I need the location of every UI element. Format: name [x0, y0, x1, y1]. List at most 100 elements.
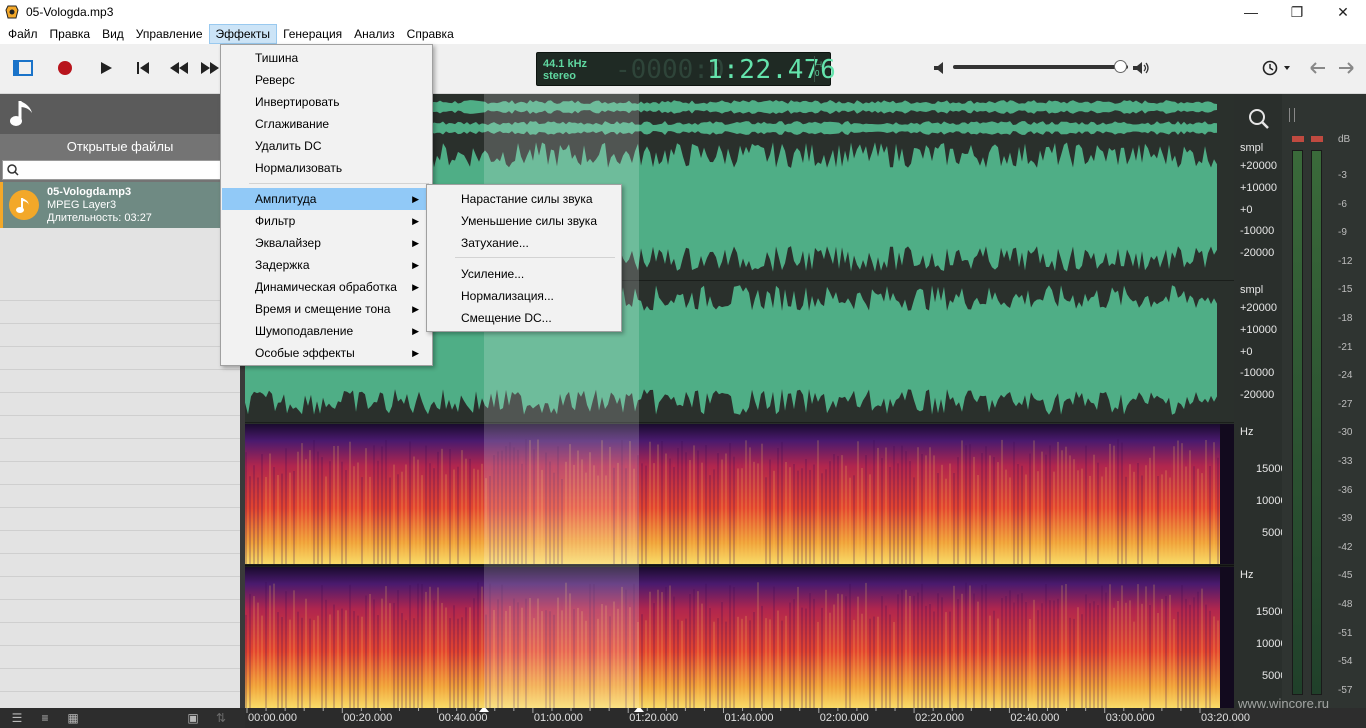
submenu-arrow-icon: ▶	[412, 194, 419, 204]
amplitude-submenu: Нарастание силы звука Уменьшение силы зв…	[426, 184, 622, 332]
grid-view-icon[interactable]: ▦	[66, 711, 80, 725]
record-button[interactable]	[50, 54, 80, 82]
menu-item-special-effects[interactable]: Особые эффекты ▶	[222, 342, 431, 364]
ruler-tick: +0	[1240, 346, 1253, 358]
timeline-ruler[interactable]: 00:00.000 00:20.000 00:40.000 01:00.000 01:2…	[245, 708, 1250, 728]
volume-slider-track[interactable]	[953, 65, 1128, 69]
menu-item-invert[interactable]: Инвертировать	[222, 91, 431, 113]
back-button[interactable]	[1305, 54, 1331, 82]
audio-file-icon	[9, 190, 39, 220]
timeline-label: 02:20.000	[915, 712, 965, 724]
submenu-item-normalization[interactable]: Нормализация...	[428, 285, 620, 307]
menu-item-noise-reduction[interactable]: Шумоподавление ▶	[222, 320, 431, 342]
meter-tick: -18	[1338, 313, 1353, 324]
meter-tick: -9	[1338, 227, 1347, 239]
title-bar: 05-Vologda.mp3 — ❐ ✕	[0, 0, 1366, 24]
meter-tick: -15	[1338, 284, 1353, 296]
compact-view-icon[interactable]: ≡	[38, 711, 52, 725]
amplitude-frequency-ruler: smpl +20000 +10000 +0 -10000 -20000 smpl…	[1234, 94, 1287, 708]
close-button[interactable]: ✕	[1320, 0, 1366, 24]
menu-item-label: Эквалайзер	[255, 236, 321, 250]
effects-menu: Тишина Реверс Инвертировать Сглаживание …	[220, 44, 433, 366]
menu-item-label: Особые эффекты	[255, 346, 355, 360]
rewind-icon	[170, 62, 188, 74]
search-icon	[7, 164, 19, 176]
fast-forward-button[interactable]	[200, 54, 220, 82]
submenu-item-amplify[interactable]: Усиление...	[428, 263, 620, 285]
ruler-tick: +20000	[1240, 302, 1278, 314]
menu-item-smooth[interactable]: Сглаживание	[222, 113, 431, 135]
menu-control[interactable]: Управление	[130, 24, 209, 44]
menu-edit[interactable]: Правка	[44, 24, 97, 44]
menu-item-reverse[interactable]: Реверс	[222, 69, 431, 91]
meter-tick: -24	[1338, 370, 1353, 382]
timeline-label: 02:00.000	[819, 712, 869, 724]
right-peak-indicator	[1311, 136, 1323, 142]
menu-item-equalizer[interactable]: Эквалайзер ▶	[222, 232, 431, 254]
menu-item-label: Фильтр	[255, 214, 296, 228]
sort-icon[interactable]: ⇅	[214, 711, 228, 725]
menu-item-time-pitch[interactable]: Время и смещение тона ▶	[222, 298, 431, 320]
ruler-unit-hz-1: Hz	[1240, 426, 1254, 438]
menu-item-amplitude[interactable]: Амплитуда ▶	[222, 188, 431, 210]
menu-view[interactable]: Вид	[96, 24, 130, 44]
menu-item-dynamics[interactable]: Динамическая обработка ▶	[222, 276, 431, 298]
search-input[interactable]	[2, 160, 238, 180]
menu-effects[interactable]: Эффекты	[208, 24, 278, 44]
menu-item-normalize[interactable]: Нормализовать	[222, 157, 431, 179]
submenu-item-fade-in[interactable]: Нарастание силы звука	[428, 188, 620, 210]
toolbar: 44.1 kHz stereo -0000:0 1:22.476 ⊣ 0	[0, 44, 1366, 94]
menu-item-delay[interactable]: Задержка ▶	[222, 254, 431, 276]
list-view-icon[interactable]: ☰	[10, 711, 24, 725]
minimize-button[interactable]: —	[1228, 0, 1274, 24]
forward-button[interactable]	[1333, 54, 1359, 82]
meter-tick: -39	[1338, 513, 1353, 525]
menu-item-remove-dc[interactable]: Удалить DC	[222, 135, 431, 157]
file-format: MPEG Layer3	[47, 198, 117, 211]
menu-item-label: Амплитуда	[255, 192, 317, 206]
meter-unit: dB	[1338, 134, 1351, 145]
panel-toggle-button[interactable]	[8, 54, 38, 82]
meter-tick: -3	[1338, 170, 1347, 181]
submenu-item-dc-offset[interactable]: Смещение DC...	[428, 307, 620, 329]
maximize-button[interactable]: ❐	[1274, 0, 1320, 24]
menu-item-label: Время и смещение тона	[255, 302, 391, 316]
file-item[interactable]: 05-Vologda.mp3 MPEG Layer3 Длительность:…	[0, 182, 240, 228]
meter-tick: -21	[1338, 341, 1353, 353]
submenu-arrow-icon: ▶	[412, 326, 419, 336]
panel-header	[0, 94, 240, 134]
meter-tick: -54	[1338, 656, 1353, 668]
rewind-button[interactable]	[164, 54, 194, 82]
zoom-icon[interactable]	[1248, 108, 1270, 130]
back-arrow-icon	[1310, 62, 1325, 74]
history-button[interactable]	[1258, 54, 1294, 82]
menu-item-filter[interactable]: Фильтр ▶	[222, 210, 431, 232]
menu-item-silence[interactable]: Тишина	[222, 47, 431, 69]
volume-up-icon	[1133, 62, 1149, 74]
file-duration: Длительность: 03:27	[47, 211, 152, 224]
submenu-item-fade-out[interactable]: Уменьшение силы звука	[428, 210, 620, 232]
meter-tick: -45	[1338, 570, 1353, 582]
menu-help[interactable]: Справка	[401, 24, 460, 44]
fast-forward-icon	[201, 62, 219, 74]
submenu-item-fade[interactable]: Затухание...	[428, 232, 620, 254]
skip-start-button[interactable]	[128, 54, 158, 82]
timeline-label: 03:20.000	[1201, 712, 1250, 724]
volume-up-button[interactable]	[1130, 54, 1152, 82]
image-view-icon[interactable]: ▣	[186, 711, 200, 725]
ruler-tick: -20000	[1240, 389, 1275, 401]
menu-separator	[249, 183, 429, 184]
menu-item-label: Шумоподавление	[255, 324, 354, 338]
left-level-bar	[1292, 150, 1303, 695]
menu-analyze[interactable]: Анализ	[348, 24, 401, 44]
open-files-title: Открытые файлы	[0, 134, 240, 158]
play-button[interactable]	[91, 54, 121, 82]
ruler-tick: -20000	[1240, 247, 1275, 259]
menu-generate[interactable]: Генерация	[277, 24, 348, 44]
volume-slider-thumb[interactable]	[1114, 60, 1127, 73]
lcd-mode-indicator[interactable]: ⊣ 0	[814, 56, 828, 82]
menu-file[interactable]: Файл	[2, 24, 44, 44]
meter-tick: -51	[1338, 627, 1353, 639]
volume-down-button[interactable]	[930, 54, 950, 82]
meter-grip-icon[interactable]	[1289, 108, 1295, 122]
